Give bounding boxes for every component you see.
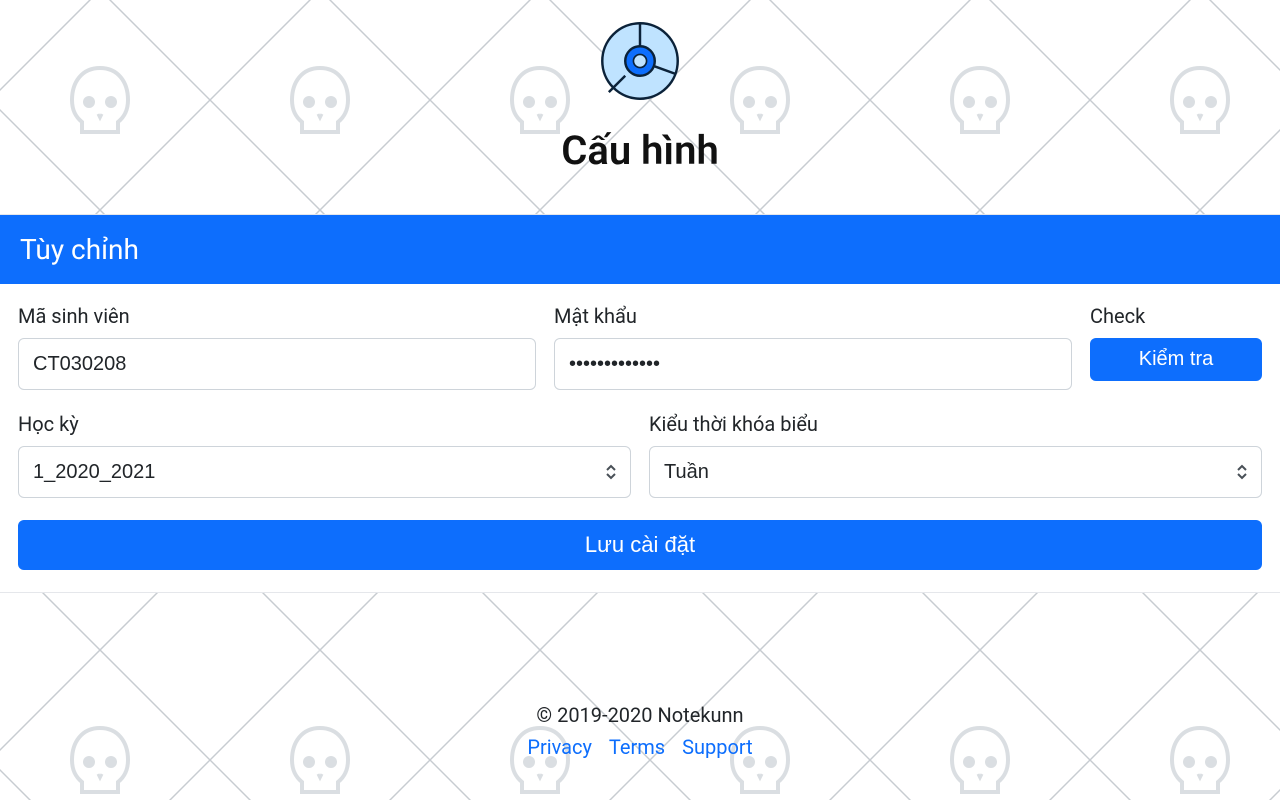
schedule-type-label: Kiểu thời khóa biểu (649, 412, 1262, 436)
password-input[interactable] (554, 338, 1072, 390)
password-label: Mật khẩu (554, 304, 1072, 328)
row-credentials: Mã sinh viên Mật khẩu Check Kiểm tra (18, 304, 1262, 390)
semester-label: Học kỳ (18, 412, 631, 436)
app-logo-icon (599, 20, 681, 102)
field-student-id: Mã sinh viên (18, 304, 536, 390)
row-schedule: Học kỳ 1_2020_2021 Kiểu thời khóa biểu T… (18, 412, 1262, 498)
field-check: Check Kiểm tra (1090, 304, 1262, 390)
header: Cấu hình (0, 0, 1280, 214)
copyright-text: © 2019-2020 Notekunn (0, 703, 1280, 727)
field-semester: Học kỳ 1_2020_2021 (18, 412, 631, 498)
footer-link-privacy[interactable]: Privacy (527, 735, 592, 759)
footer-link-terms[interactable]: Terms (609, 735, 665, 759)
footer-links: Privacy Terms Support (0, 735, 1280, 759)
page-title: Cấu hình (0, 127, 1280, 174)
save-button[interactable]: Lưu cài đặt (18, 520, 1262, 570)
semester-select[interactable]: 1_2020_2021 (18, 446, 631, 498)
student-id-input[interactable] (18, 338, 536, 390)
footer-link-support[interactable]: Support (682, 735, 753, 759)
settings-card: Tùy chỉnh Mã sinh viên Mật khẩu Check Ki… (0, 214, 1280, 593)
field-password: Mật khẩu (554, 304, 1072, 390)
field-schedule-type: Kiểu thời khóa biểu Tuần (649, 412, 1262, 498)
check-button[interactable]: Kiểm tra (1090, 338, 1262, 381)
card-body: Mã sinh viên Mật khẩu Check Kiểm tra Học… (0, 284, 1280, 592)
schedule-type-select[interactable]: Tuần (649, 446, 1262, 498)
footer: © 2019-2020 Notekunn Privacy Terms Suppo… (0, 703, 1280, 759)
card-header-title: Tùy chỉnh (0, 215, 1280, 284)
student-id-label: Mã sinh viên (18, 304, 536, 328)
check-label: Check (1090, 304, 1262, 328)
